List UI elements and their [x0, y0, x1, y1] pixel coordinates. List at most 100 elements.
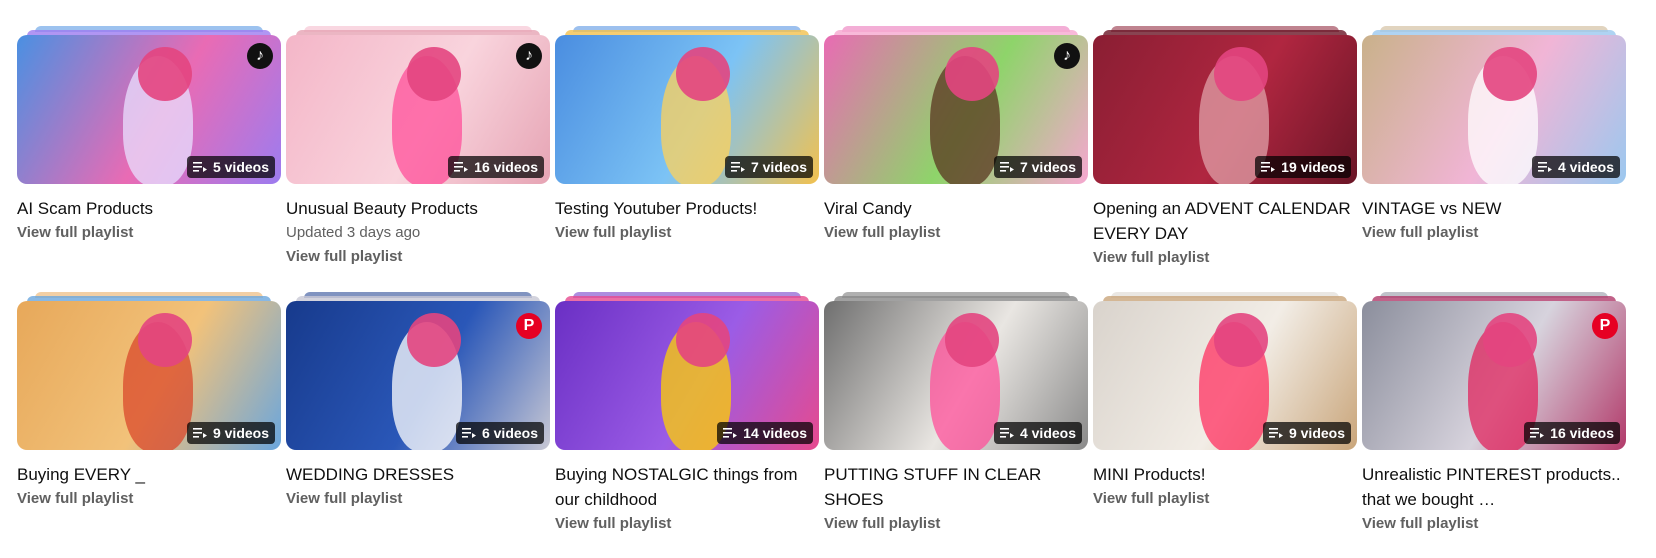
playlist-icon: [730, 162, 745, 172]
playlist-card[interactable]: 9 videos Buying EVERY _ View full playli…: [17, 292, 281, 536]
playlist-thumbnail[interactable]: 4 videos: [1362, 26, 1626, 184]
thumbnail-image[interactable]: 19 videos: [1093, 35, 1357, 184]
playlist-icon: [1530, 428, 1545, 438]
playlist-title[interactable]: Unrealistic PINTEREST products.. that we…: [1362, 462, 1626, 512]
pinterest-icon: P: [1592, 313, 1618, 339]
playlist-card[interactable]: 4 videos PUTTING STUFF IN CLEAR SHOES Vi…: [824, 292, 1088, 536]
playlist-card[interactable]: 7 videos Testing Youtuber Products! View…: [555, 26, 819, 270]
playlist-icon: [192, 428, 207, 438]
thumbnail-figure: [407, 312, 462, 367]
thumbnail-figure: [407, 46, 462, 101]
playlist-thumbnail[interactable]: 9 videos: [1093, 292, 1357, 450]
video-count: 16 videos: [474, 159, 538, 175]
playlist-card[interactable]: 9 videos MINI Products! View full playli…: [1093, 292, 1357, 536]
view-full-playlist-link[interactable]: View full playlist: [1362, 221, 1626, 245]
playlist-thumbnail[interactable]: P 6 videos: [286, 292, 550, 450]
playlist-title[interactable]: Testing Youtuber Products!: [555, 196, 819, 221]
thumbnail-image[interactable]: P 6 videos: [286, 301, 550, 450]
updated-text: Updated 3 days ago: [286, 224, 421, 241]
playlist-icon: [454, 162, 469, 172]
video-count-badge: 19 videos: [1255, 156, 1351, 178]
playlist-card[interactable]: ♪ 7 videos Viral Candy View full playlis…: [824, 26, 1088, 270]
view-full-playlist-link[interactable]: View full playlist: [555, 512, 819, 536]
thumbnail-image[interactable]: 9 videos: [1093, 301, 1357, 450]
playlist-thumbnail[interactable]: P 16 videos: [1362, 292, 1626, 450]
playlist-card[interactable]: 14 videos Buying NOSTALGIC things from o…: [555, 292, 819, 536]
playlist-title[interactable]: WEDDING DRESSES: [286, 462, 550, 487]
thumbnail-figure: [138, 312, 193, 367]
playlist-thumbnail[interactable]: 19 videos: [1093, 26, 1357, 184]
video-count-badge: 4 videos: [1531, 156, 1620, 178]
thumbnail-image[interactable]: ♪ 5 videos: [17, 35, 281, 184]
playlist-title[interactable]: MINI Products!: [1093, 462, 1357, 487]
view-full-playlist-link[interactable]: View full playlist: [286, 245, 550, 269]
thumbnail-image[interactable]: 9 videos: [17, 301, 281, 450]
playlist-icon: [1261, 162, 1276, 172]
view-full-playlist-link[interactable]: View full playlist: [286, 487, 550, 511]
pinterest-icon: P: [516, 313, 542, 339]
video-count-badge: 5 videos: [186, 156, 275, 178]
playlist-card[interactable]: ♪ 16 videos Unusual Beauty Products Upda…: [286, 26, 550, 270]
video-count: 9 videos: [1288, 425, 1345, 441]
view-full-playlist-link[interactable]: View full playlist: [1093, 246, 1357, 270]
playlist-thumbnail[interactable]: ♪ 16 videos: [286, 26, 550, 184]
playlist-icon: [999, 428, 1014, 438]
playlist-icon: [461, 428, 476, 438]
thumbnail-figure: [1483, 312, 1538, 367]
view-full-playlist-link[interactable]: View full playlist: [555, 221, 819, 245]
playlist-title[interactable]: Viral Candy: [824, 196, 1088, 221]
playlist-title[interactable]: VINTAGE vs NEW: [1362, 196, 1626, 221]
thumbnail-figure: [676, 312, 731, 367]
playlist-icon: [1268, 428, 1283, 438]
playlist-row: 9 videos Buying EVERY _ View full playli…: [17, 292, 1632, 536]
playlist-thumbnail[interactable]: 14 videos: [555, 292, 819, 450]
thumbnail-image[interactable]: 4 videos: [1362, 35, 1626, 184]
thumbnail-figure: [945, 312, 1000, 367]
thumbnail-image[interactable]: P 16 videos: [1362, 301, 1626, 450]
playlist-card[interactable]: ♪ 5 videos AI Scam Products View full pl…: [17, 26, 281, 270]
playlist-card[interactable]: P 16 videos Unrealistic PINTEREST produc…: [1362, 292, 1626, 536]
thumbnail-image[interactable]: ♪ 7 videos: [824, 35, 1088, 184]
video-count: 6 videos: [481, 425, 538, 441]
playlist-thumbnail[interactable]: ♪ 7 videos: [824, 26, 1088, 184]
playlist-title[interactable]: PUTTING STUFF IN CLEAR SHOES: [824, 462, 1088, 512]
playlist-title[interactable]: Unusual Beauty Products: [286, 196, 550, 221]
playlist-card[interactable]: 4 videos VINTAGE vs NEW View full playli…: [1362, 26, 1626, 270]
video-count: 5 videos: [212, 159, 269, 175]
playlist-icon: [723, 428, 738, 438]
view-full-playlist-link[interactable]: View full playlist: [17, 487, 281, 511]
view-full-playlist-link[interactable]: View full playlist: [824, 221, 1088, 245]
thumbnail-image[interactable]: 4 videos: [824, 301, 1088, 450]
playlist-title[interactable]: Buying NOSTALGIC things from our childho…: [555, 462, 819, 512]
playlist-title[interactable]: Buying EVERY _: [17, 462, 281, 487]
playlist-card[interactable]: 19 videos Opening an ADVENT CALENDAR EVE…: [1093, 26, 1357, 270]
playlist-title[interactable]: Opening an ADVENT CALENDAR EVERY DAY: [1093, 196, 1357, 246]
video-count-badge: 14 videos: [717, 422, 813, 444]
playlist-thumbnail[interactable]: ♪ 5 videos: [17, 26, 281, 184]
thumbnail-image[interactable]: 7 videos: [555, 35, 819, 184]
playlist-thumbnail[interactable]: 7 videos: [555, 26, 819, 184]
thumbnail-image[interactable]: 14 videos: [555, 301, 819, 450]
playlist-title[interactable]: AI Scam Products: [17, 196, 281, 221]
view-full-playlist-link[interactable]: View full playlist: [17, 221, 281, 245]
view-full-playlist-link[interactable]: View full playlist: [1362, 512, 1626, 536]
video-count-badge: 4 videos: [993, 422, 1082, 444]
thumbnail-figure: [138, 46, 193, 101]
tiktok-icon: ♪: [1054, 43, 1080, 69]
video-count-badge: 9 videos: [186, 422, 275, 444]
playlist-card[interactable]: P 6 videos WEDDING DRESSES View full pla…: [286, 292, 550, 536]
video-count-badge: 7 videos: [993, 156, 1082, 178]
tiktok-icon: ♪: [516, 43, 542, 69]
video-count: 7 videos: [750, 159, 807, 175]
playlist-icon: [192, 162, 207, 172]
view-full-playlist-link[interactable]: View full playlist: [1093, 487, 1357, 511]
playlist-thumbnail[interactable]: 4 videos: [824, 292, 1088, 450]
video-count-badge: 7 videos: [724, 156, 813, 178]
view-full-playlist-link[interactable]: View full playlist: [824, 512, 1088, 536]
playlist-icon: [999, 162, 1014, 172]
playlist-thumbnail[interactable]: 9 videos: [17, 292, 281, 450]
video-count: 19 videos: [1281, 159, 1345, 175]
video-count: 4 videos: [1557, 159, 1614, 175]
thumbnail-image[interactable]: ♪ 16 videos: [286, 35, 550, 184]
video-count: 9 videos: [212, 425, 269, 441]
